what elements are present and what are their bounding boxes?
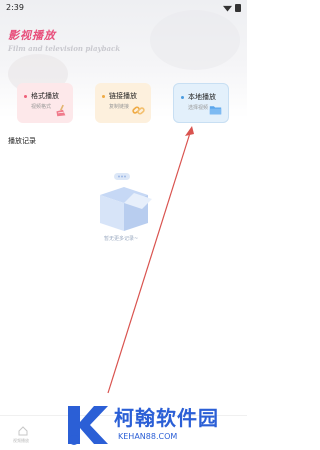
tab-home[interactable]: 视频播放 [13,424,37,448]
home-icon [18,426,28,436]
watermark-name: 柯翰软件园 [114,406,219,430]
watermark-url: KEHAN88.COM [118,432,178,441]
tab-home-label: 视频播放 [13,438,29,443]
watermark-logo [68,406,108,445]
watermark: 柯翰软件园 KEHAN88.COM [64,402,247,448]
annotation-arrow [107,126,194,394]
